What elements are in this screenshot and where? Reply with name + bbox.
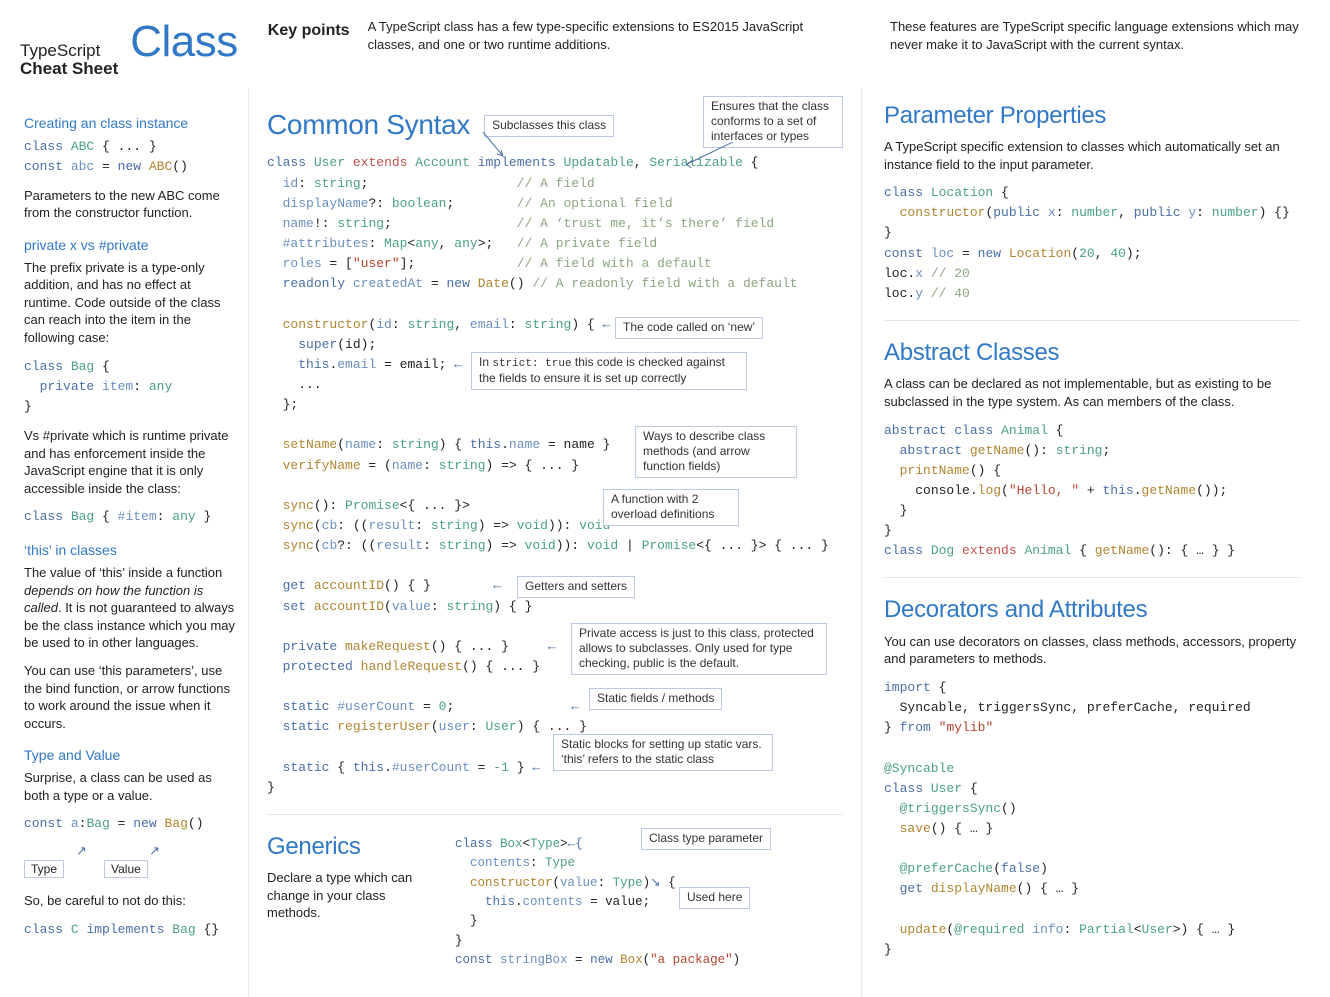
heading-param-props: Parameter Properties bbox=[884, 100, 1300, 132]
annotation-new: The code called on ‘new’ bbox=[615, 317, 763, 339]
annotation-strict: In strict: true this code is checked aga… bbox=[471, 352, 747, 391]
header-note: These features are TypeScript specific l… bbox=[890, 18, 1310, 53]
heading-private: private x vs #private bbox=[24, 236, 238, 255]
code-param-props: class Location { constructor(public x: n… bbox=[884, 183, 1300, 304]
code-create-instance: class ABC { ... } const abc = new ABC() bbox=[24, 137, 238, 177]
code-generics: class Box<Type>←{ contents: Type constru… bbox=[455, 835, 843, 971]
code-private-1: class Bag { private item: any } bbox=[24, 357, 238, 417]
annotation-getset: Getters and setters bbox=[517, 576, 635, 598]
heading-generics: Generics bbox=[267, 831, 437, 863]
abstract-desc: A class can be declared as not implement… bbox=[884, 375, 1300, 410]
annotation-methods: Ways to describe class methods (and arro… bbox=[635, 426, 797, 478]
key-points-label: Key points bbox=[268, 20, 350, 42]
code-abstract: abstract class Animal { abstract getName… bbox=[884, 421, 1300, 562]
heading-common-syntax: Common Syntax bbox=[267, 106, 470, 144]
page-header: TypeScriptCheat Sheet Class Key points A… bbox=[0, 0, 1330, 88]
heading-this: ‘this’ in classes bbox=[24, 541, 238, 560]
annotation-conforms: Ensures that the class conforms to a set… bbox=[703, 96, 843, 148]
typeval-desc-1: Surprise, a class can be used as both a … bbox=[24, 769, 238, 804]
private-desc-2: Vs #private which is runtime private and… bbox=[24, 427, 238, 497]
annotation-subclasses: Subclasses this class bbox=[484, 115, 614, 137]
heading-type-value: Type and Value bbox=[24, 746, 238, 765]
create-desc: Parameters to the new ABC come from the … bbox=[24, 187, 238, 222]
annotation-overload: A function with 2 overload definitions bbox=[603, 489, 739, 526]
annotation-access: Private access is just to this class, pr… bbox=[571, 623, 827, 675]
code-private-2: class Bag { #item: any } bbox=[24, 507, 238, 527]
left-column: Creating an class instance class ABC { .… bbox=[0, 88, 248, 997]
annotation-value-box: Value bbox=[104, 860, 148, 878]
this-desc-2: You can use ‘this parameters’, use the b… bbox=[24, 662, 238, 732]
param-props-desc: A TypeScript specific extension to class… bbox=[884, 138, 1300, 173]
annotation-class-type-param: Class type parameter bbox=[641, 828, 771, 850]
middle-column: Common Syntax Subclasses this class Ensu… bbox=[248, 88, 862, 997]
logo: TypeScriptCheat Sheet Class bbox=[20, 12, 238, 78]
typeval-desc-2: So, be careful to not do this: bbox=[24, 892, 238, 910]
annotation-type-box: Type bbox=[24, 860, 64, 878]
logo-title: Class bbox=[130, 12, 238, 71]
arrow-icon bbox=[477, 132, 503, 162]
private-desc-1: The prefix private is a type-only additi… bbox=[24, 259, 238, 347]
key-points: Key points A TypeScript class has a few … bbox=[268, 12, 848, 53]
decorators-desc: You can use decorators on classes, class… bbox=[884, 633, 1300, 668]
code-decorators: import { Syncable, triggersSync, preferC… bbox=[884, 678, 1300, 960]
heading-abstract: Abstract Classes bbox=[884, 337, 1300, 369]
key-points-desc: A TypeScript class has a few type-specif… bbox=[368, 18, 848, 53]
logo-subtitle: TypeScriptCheat Sheet bbox=[20, 42, 118, 78]
code-typeval: const a:Bag = new Bag() bbox=[24, 814, 238, 834]
code-typeval-2: class C implements Bag {} bbox=[24, 920, 238, 940]
generics-desc: Declare a type which can change in your … bbox=[267, 869, 437, 922]
annotation-static: Static fields / methods bbox=[589, 688, 722, 710]
right-column: Parameter Properties A TypeScript specif… bbox=[862, 88, 1330, 997]
heading-create-instance: Creating an class instance bbox=[24, 114, 238, 133]
heading-decorators: Decorators and Attributes bbox=[884, 594, 1300, 626]
arrow-icon bbox=[683, 142, 733, 168]
annotation-used-here: Used here bbox=[679, 887, 750, 909]
annotation-static-block: Static blocks for setting up static vars… bbox=[553, 734, 773, 771]
this-desc-1: The value of ‘this’ inside a function de… bbox=[24, 564, 238, 652]
